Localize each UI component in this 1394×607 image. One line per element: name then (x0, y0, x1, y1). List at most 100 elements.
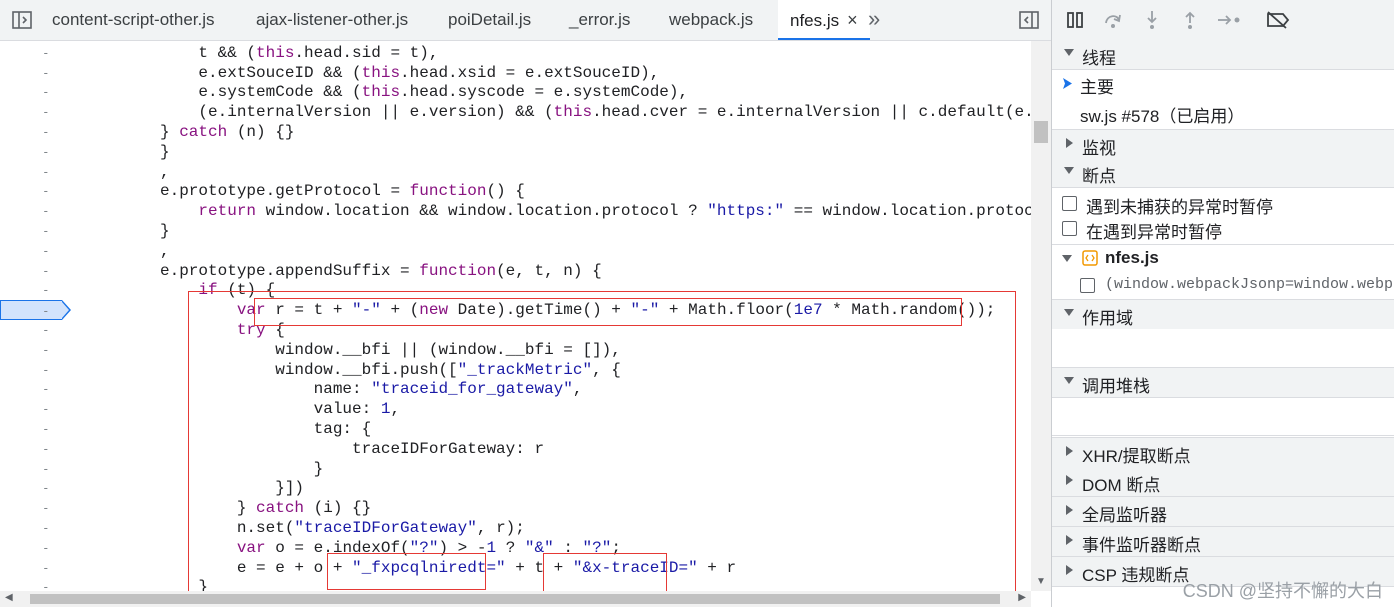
section-title: 线程 (1082, 49, 1116, 68)
line-number[interactable]: - (0, 498, 62, 518)
step-out-icon[interactable] (1178, 8, 1202, 32)
deactivate-breakpoints-icon[interactable] (1266, 8, 1290, 32)
line-number[interactable]: - (0, 558, 62, 578)
section-title: DOM 断点 (1082, 476, 1161, 495)
code-line: traceIDForGateway: r (160, 439, 545, 458)
line-number[interactable]: - (0, 280, 62, 300)
scroll-right-icon[interactable]: ▶ (1018, 592, 1026, 603)
toggle-debugger-icon[interactable] (1017, 8, 1041, 32)
tab-webpack[interactable]: webpack.js (669, 0, 753, 40)
tab-nfes[interactable]: nfes.js × (778, 0, 870, 40)
line-number[interactable]: - (0, 459, 62, 479)
section-title: 监视 (1082, 139, 1116, 158)
breakpoint-code: (window.webpackJsonp=window.webp (1105, 276, 1394, 293)
tab-label: ajax-listener-other.js (256, 10, 409, 29)
scrollbar-thumb[interactable] (1034, 121, 1048, 143)
pause-caught-checkbox[interactable] (1062, 221, 1077, 236)
scope-content (1052, 329, 1394, 368)
pause-uncaught-checkbox[interactable] (1062, 196, 1077, 211)
line-number[interactable]: - (0, 43, 62, 63)
code-line: } catch (i) {} (160, 499, 372, 518)
line-number[interactable]: - (0, 63, 62, 83)
line-number[interactable]: - (0, 142, 62, 162)
line-number[interactable]: - (0, 320, 62, 340)
line-number[interactable]: - (0, 439, 62, 459)
line-number[interactable]: - (0, 340, 62, 360)
breakpoint-checkbox[interactable] (1080, 278, 1095, 293)
collapse-icon (1062, 255, 1072, 262)
line-gutter[interactable]: ----------------------------- (0, 41, 71, 591)
code-line: } (160, 142, 170, 161)
tab-poidetail[interactable]: poiDetail.js (448, 0, 531, 40)
section-watch[interactable]: 监视 (1052, 129, 1394, 160)
line-number[interactable]: - (0, 360, 62, 380)
line-number[interactable]: - (0, 122, 62, 142)
scrollbar-thumb[interactable] (30, 594, 1000, 604)
section-xhr-breakpoints[interactable]: XHR/提取断点 (1052, 437, 1394, 468)
step-into-icon[interactable] (1140, 8, 1164, 32)
active-breakpoint-line-number[interactable]: - (0, 300, 71, 321)
section-title: CSP 违规断点 (1082, 566, 1190, 585)
line-number[interactable]: - (0, 518, 62, 538)
tab-content-script-other[interactable]: content-script-other.js (52, 0, 215, 40)
line-number[interactable]: - (0, 577, 62, 591)
more-tabs-icon[interactable]: » (868, 6, 880, 32)
section-threads[interactable]: 线程 (1052, 40, 1394, 70)
code-line: t && (this.head.sid = t), (160, 43, 439, 62)
code-line: e.extSouceID && (this.head.xsid = e.extS… (160, 63, 660, 82)
file-icon (1082, 250, 1098, 266)
code-line: tag: { (160, 420, 372, 438)
collapse-icon (1064, 377, 1074, 384)
line-number[interactable]: - (0, 102, 62, 122)
tab-error[interactable]: _error.js (569, 0, 630, 40)
scroll-left-icon[interactable]: ◀ (5, 592, 13, 603)
thread-sw[interactable]: sw.js #578（已启用） (1052, 98, 1394, 127)
section-callstack[interactable]: 调用堆栈 (1052, 368, 1394, 398)
line-number[interactable]: - (0, 241, 62, 261)
line-number[interactable]: - (0, 478, 62, 498)
expand-icon (1066, 565, 1073, 575)
section-dom-breakpoints[interactable]: DOM 断点 (1052, 467, 1394, 497)
code-line: var o = e.indexOf("?") > -1 ? "&" : "?"; (236, 538, 621, 557)
toggle-navigator-icon[interactable] (10, 8, 34, 32)
code-line: } (160, 459, 324, 478)
section-global-listeners[interactable]: 全局监听器 (1052, 497, 1394, 527)
scroll-down-icon[interactable]: ▼ (1036, 576, 1046, 587)
code-line: }]) (160, 479, 305, 498)
line-number[interactable]: - (0, 261, 62, 281)
line-number[interactable]: - (0, 419, 62, 439)
breakpoint-file-nfes[interactable]: nfes.js (1052, 244, 1394, 272)
step-over-icon[interactable] (1101, 8, 1125, 32)
code-line: var r = t + "-" + (new Date).getTime() +… (236, 301, 996, 320)
section-breakpoints[interactable]: 断点 (1052, 158, 1394, 188)
code-line: n.set("traceIDForGateway", r); (160, 519, 525, 537)
line-number[interactable]: - (0, 162, 62, 182)
line-number[interactable]: - (0, 379, 62, 399)
thread-main[interactable]: 主要 (1052, 69, 1394, 98)
code-line: value: 1, (160, 400, 401, 419)
line-number[interactable]: - (0, 181, 62, 201)
vertical-scrollbar[interactable]: ▼ (1031, 41, 1051, 591)
code-line: } (160, 578, 209, 591)
pause-icon[interactable] (1063, 8, 1087, 32)
breakpoint-entry[interactable]: (window.webpackJsonp=window.webp (1052, 271, 1394, 300)
section-scope[interactable]: 作用域 (1052, 299, 1394, 330)
code-editor[interactable]: ----------------------------- ; t = loca… (0, 41, 1031, 591)
code-line: window.__bfi || (window.__bfi = []), (160, 340, 621, 359)
line-number[interactable]: - (0, 221, 62, 241)
line-number[interactable]: - (0, 82, 62, 102)
step-icon[interactable] (1216, 8, 1244, 32)
pause-caught-option[interactable]: 在遇到异常时暂停 (1052, 214, 1394, 243)
close-icon[interactable]: × (847, 10, 858, 30)
tab-label: webpack.js (669, 10, 754, 29)
section-event-listener-breakpoints[interactable]: 事件监听器断点 (1052, 527, 1394, 557)
tab-label: content-script-other.js (52, 10, 215, 29)
horizontal-scrollbar[interactable]: ◀ ▶ (0, 591, 1031, 607)
line-number[interactable]: - (0, 538, 62, 558)
tab-ajax-listener-other[interactable]: ajax-listener-other.js (256, 0, 408, 40)
callstack-content (1052, 398, 1394, 436)
expand-icon (1066, 505, 1073, 515)
line-number[interactable]: - (0, 399, 62, 419)
line-number[interactable]: - (0, 201, 62, 221)
tab-label: nfes.js (790, 11, 840, 30)
